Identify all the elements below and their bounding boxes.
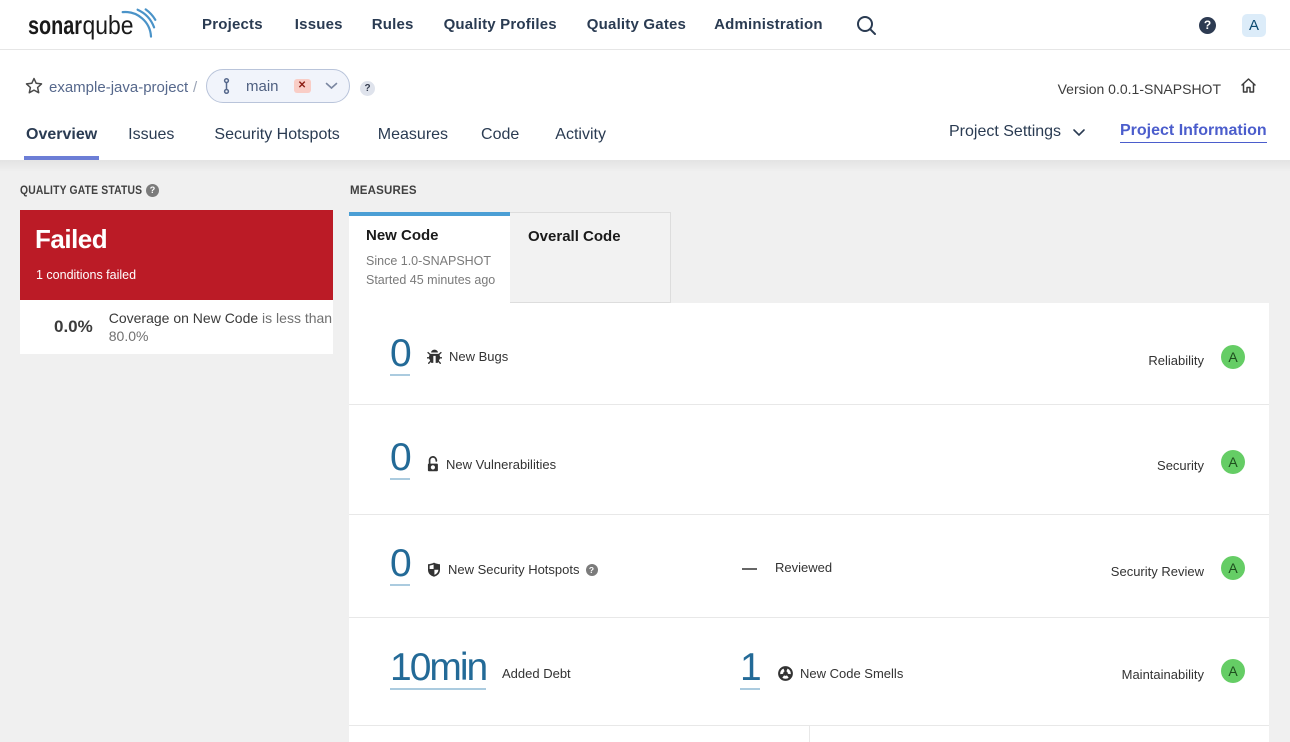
- svg-text:qube: qube: [83, 10, 134, 40]
- svg-text:sonar: sonar: [28, 10, 82, 40]
